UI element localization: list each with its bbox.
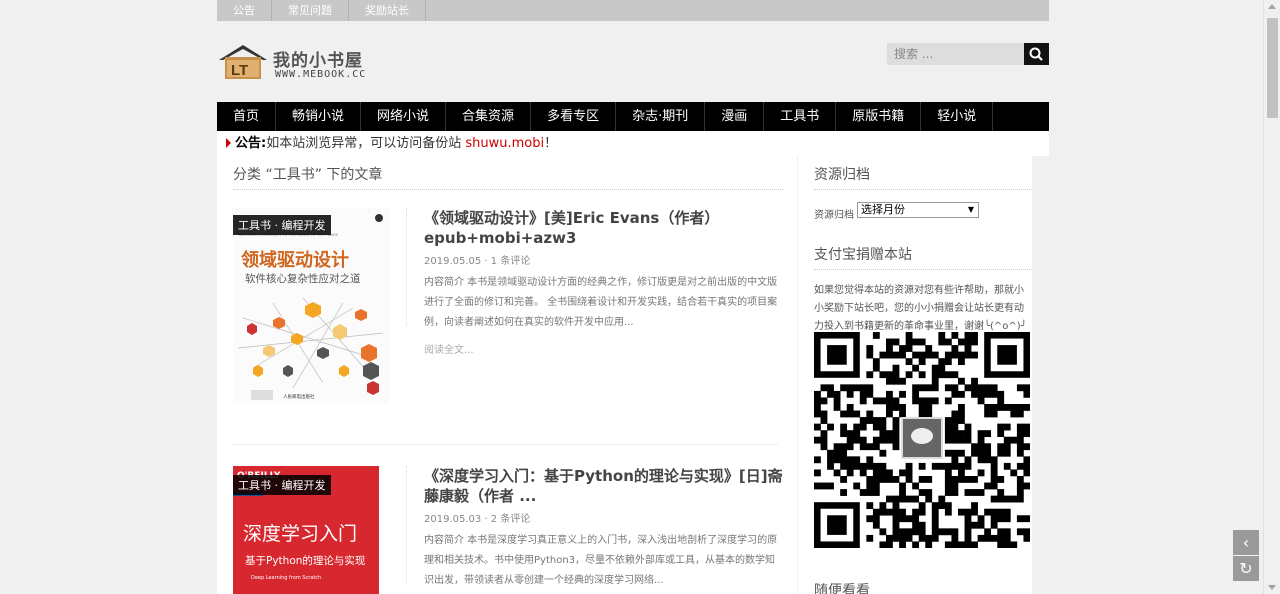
nav-item-home[interactable]: 首页: [217, 102, 277, 131]
logo-letters: LT: [231, 62, 248, 79]
search-icon: [1029, 47, 1043, 61]
svg-text:人民邮电出版社: 人民邮电出版社: [283, 393, 315, 400]
category-title-text: 分类 “工具书” 下的文章: [233, 167, 383, 183]
post-divider: [406, 466, 407, 584]
archive-label: 资源归档: [814, 210, 854, 221]
top-utility-bar: 公告 常见问题 奖励站长: [217, 0, 1049, 21]
notice-arrow-icon: [226, 138, 231, 148]
post-separator: [233, 444, 778, 445]
site-logo[interactable]: LT 我的小书屋 WWW.MEBOOK.CC: [217, 43, 397, 83]
donate-text: 如果您觉得本站的资源对您有些许帮助，那就小小奖励下站长吧，您的小小捐赠会让站长更…: [814, 285, 1027, 332]
svg-text:基于Python的理论与实现: 基于Python的理论与实现: [245, 554, 366, 567]
svg-text:领域驱动设计: 领域驱动设计: [241, 249, 349, 271]
page-scrollbar[interactable]: [1263, 0, 1280, 594]
alipay-qr-code: [814, 332, 1030, 548]
site-header: LT 我的小书屋 WWW.MEBOOK.CC: [217, 21, 1049, 102]
archive-select-value: 选择月份: [861, 203, 905, 216]
chevron-down-icon: ▼: [967, 205, 974, 214]
nav-item-comic[interactable]: 漫画: [705, 102, 765, 131]
nav-item-reference[interactable]: 工具书: [764, 102, 837, 131]
svg-text:Deep Learning from Scratch: Deep Learning from Scratch: [251, 575, 321, 581]
post-category-tag[interactable]: 工具书 · 编程开发: [233, 475, 331, 495]
random-heading: 随便看看: [814, 580, 1032, 594]
donate-heading: 支付宝捐赠本站: [814, 244, 1032, 270]
logo-site-url: WWW.MEBOOK.CC: [275, 69, 367, 80]
scroll-up-arrow-icon[interactable]: [1268, 4, 1276, 9]
svg-text:软件核心复杂性应对之道: 软件核心复杂性应对之道: [245, 272, 361, 285]
main-content: 分类 “工具书” 下的文章 TACKLING COMPLEXITY IN THE…: [217, 156, 797, 594]
scrollbar-thumb[interactable]: [1267, 18, 1278, 118]
post-excerpt: 内容简介 本书是深度学习真正意义上的入门书，深入浅出地剖析了深度学习的原理和相关…: [424, 535, 778, 586]
post-divider: [406, 208, 407, 326]
archive-month-select[interactable]: 选择月份 ▼: [857, 202, 979, 218]
read-more-link[interactable]: 阅读全文...: [424, 341, 474, 356]
nav-item-light-novel[interactable]: 轻小说: [921, 102, 994, 131]
post-thumbnail[interactable]: O'REILLY 深度学习入门 基于Python的理论与实现 Deep Lear…: [233, 466, 379, 594]
category-title: 分类 “工具书” 下的文章: [233, 164, 783, 190]
notice-label: 公告:: [235, 136, 267, 151]
nav-item-duokan[interactable]: 多看专区: [531, 102, 617, 131]
topbar-link-reward[interactable]: 奖励站长: [349, 0, 426, 21]
post-category-tag[interactable]: 工具书 · 编程开发: [233, 215, 331, 235]
notice-bar: 公告:如本站浏览异常，可以访问备份站 shuwu.mobi！: [217, 131, 1049, 156]
nav-item-collection[interactable]: 合集资源: [446, 102, 532, 131]
topbar-link-faq[interactable]: 常见问题: [272, 0, 349, 21]
nav-item-original[interactable]: 原版书籍: [836, 102, 922, 131]
archive-heading: 资源归档: [814, 164, 1032, 190]
house-logo-icon: LT: [219, 45, 267, 79]
post-title[interactable]: 《深度学习入门：基于Python的理论与实现》[日]斋藤康毅（作者 ...: [424, 466, 784, 506]
post-thumbnail[interactable]: TACKLING COMPLEXITY IN THE HEART OF SOFT…: [233, 208, 389, 404]
post-item: O'REILLY 深度学习入门 基于Python的理论与实现 Deep Lear…: [233, 466, 783, 594]
scroll-down-arrow-icon[interactable]: [1268, 585, 1276, 590]
post-item: TACKLING COMPLEXITY IN THE HEART OF SOFT…: [233, 208, 778, 418]
refresh-icon[interactable]: ↻: [1233, 556, 1259, 581]
main-nav: 首页 畅销小说 网络小说 合集资源 多看专区 杂志·期刊 漫画 工具书 原版书籍…: [217, 102, 1049, 131]
nav-item-web-novel[interactable]: 网络小说: [361, 102, 447, 131]
nav-item-magazine[interactable]: 杂志·期刊: [616, 102, 706, 131]
logo-site-name: 我的小书屋: [273, 51, 363, 71]
topbar-link-notice[interactable]: 公告: [217, 0, 272, 21]
post-meta: 2019.05.05 · 1 条评论: [424, 256, 531, 267]
notice-text: 如本站浏览异常，可以访问备份站: [266, 136, 466, 151]
nav-item-bestseller[interactable]: 畅销小说: [276, 102, 362, 131]
sidebar: 资源归档 资源归档 选择月份 ▼ 支付宝捐赠本站 如果您觉得本站的资源对您有些许…: [798, 156, 1032, 594]
search-button[interactable]: [1024, 43, 1049, 65]
search-form: [887, 43, 1049, 65]
back-icon[interactable]: ‹: [1233, 530, 1259, 555]
svg-text:深度学习入门: 深度学习入门: [243, 523, 357, 545]
book-cover-image: TACKLING COMPLEXITY IN THE HEART OF SOFT…: [233, 208, 389, 404]
search-input[interactable]: [887, 43, 1024, 65]
post-excerpt: 内容简介 本书是领域驱动设计方面的经典之作，修订版更是对之前出版的中文版进行了全…: [424, 277, 778, 328]
post-title[interactable]: 《领域驱动设计》[美]Eric Evans（作者）epub+mobi+azw3: [424, 208, 784, 248]
post-meta: 2019.05.03 · 2 条评论: [424, 514, 531, 525]
notice-backup-link[interactable]: shuwu.mobi: [465, 136, 544, 151]
notice-tail: ！: [544, 136, 558, 151]
